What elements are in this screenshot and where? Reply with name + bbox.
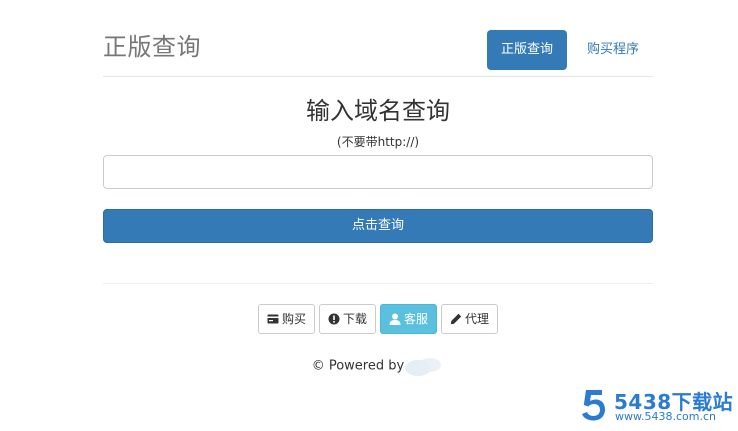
header: 正版查询 正版查询 购买程序	[103, 0, 653, 77]
customer-service-button[interactable]: 客服	[380, 304, 438, 334]
buy-button-label: 购买	[281, 312, 306, 326]
agent-button-label: 代理	[465, 312, 490, 326]
nav-item-official-query[interactable]: 正版查询	[486, 30, 567, 70]
query-button[interactable]: 点击查询	[103, 209, 653, 243]
powered-by-logo	[404, 356, 444, 376]
customer-service-button-label: 客服	[404, 312, 429, 326]
page: 正版查询 正版查询 购买程序 输入域名查询 (不要带http://) 点击查询	[0, 0, 738, 431]
query-form: 输入域名查询 (不要带http://) 点击查询	[103, 94, 653, 243]
query-hint: (不要带http://)	[336, 135, 420, 149]
buy-button[interactable]: 购买	[257, 304, 315, 334]
site-watermark: 5438下载站 www.5438.com.cn	[580, 386, 733, 426]
watermark-logo-icon	[582, 390, 605, 421]
nav-pills: 正版查询 购买程序	[486, 30, 653, 70]
agent-button[interactable]: 代理	[441, 304, 499, 334]
domain-input[interactable]	[103, 155, 653, 189]
exclamation-circle-icon	[328, 313, 340, 325]
download-button-label: 下载	[342, 312, 367, 326]
footer-button-group: 购买 下载 客服 代理	[103, 304, 653, 334]
main-container: 正版查询 正版查询 购买程序 输入域名查询 (不要带http://) 点击查询	[103, 0, 653, 376]
divider	[103, 283, 653, 284]
query-heading: 输入域名查询	[306, 97, 450, 125]
user-icon	[389, 313, 401, 325]
credit-card-icon	[267, 313, 279, 325]
powered-by: © Powered by	[103, 356, 653, 376]
powered-by-text: © Powered by	[311, 358, 405, 374]
nav-item-buy-program[interactable]: 购买程序	[573, 30, 653, 70]
page-title: 正版查询	[103, 33, 201, 61]
watermark-url: www.5438.com.cn	[615, 410, 716, 423]
pencil-icon	[450, 313, 462, 325]
download-button[interactable]: 下载	[318, 304, 376, 334]
